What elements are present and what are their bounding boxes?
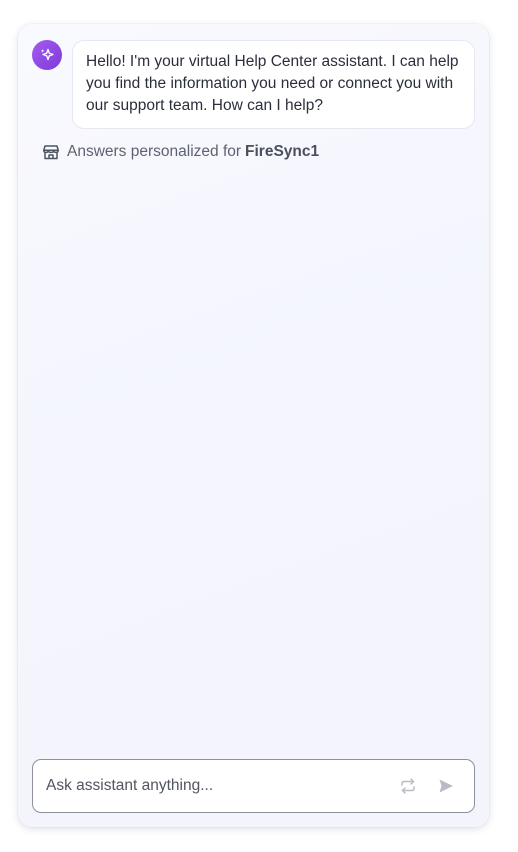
refresh-icon	[399, 777, 417, 795]
refresh-button[interactable]	[393, 771, 423, 801]
message-composer	[32, 759, 475, 813]
help-center-chat-panel: Hello! I'm your virtual Help Center assi…	[18, 24, 489, 827]
personalization-note: Answers personalized for FireSync1	[42, 143, 319, 161]
store-icon	[42, 143, 60, 161]
send-icon	[437, 777, 455, 795]
workspace-name: FireSync1	[245, 143, 320, 160]
message-input[interactable]	[33, 760, 373, 812]
assistant-message-bubble: Hello! I'm your virtual Help Center assi…	[72, 40, 475, 129]
personalization-label: Answers personalized for	[67, 143, 242, 160]
assistant-message-row: Hello! I'm your virtual Help Center assi…	[32, 40, 475, 129]
assistant-message-text: Hello! I'm your virtual Help Center assi…	[86, 53, 459, 114]
send-button[interactable]	[431, 771, 461, 801]
sparkle-icon	[39, 47, 55, 63]
assistant-avatar	[32, 40, 62, 70]
